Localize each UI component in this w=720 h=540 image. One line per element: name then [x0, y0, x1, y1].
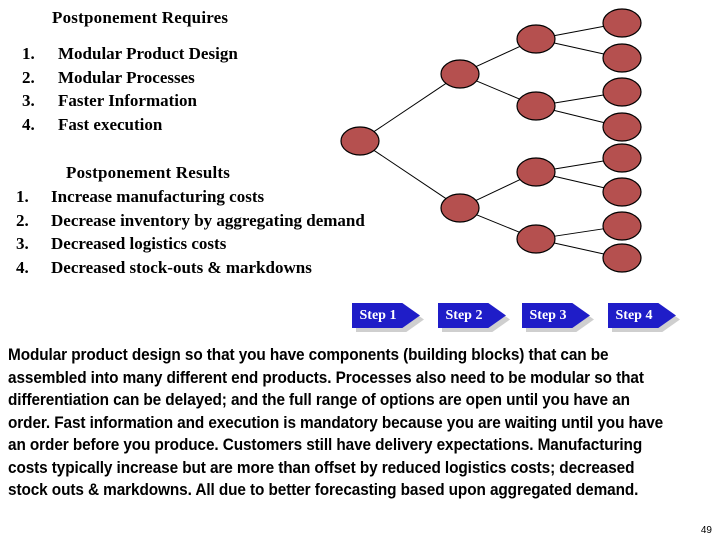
tree-node-l3h[interactable]: [602, 243, 642, 273]
tree-node-group: [340, 8, 642, 273]
tree-node-l2b[interactable]: [516, 91, 556, 121]
requires-list-item-marker: 2.: [22, 67, 35, 87]
tree-node-l2a[interactable]: [516, 24, 556, 54]
slide-canvas: Postponement Requires 1. Modular Product …: [0, 0, 720, 540]
page-number: 49: [700, 525, 712, 536]
step-banner-3[interactable]: Step 3: [522, 303, 594, 332]
tree-node-l2c[interactable]: [516, 157, 556, 187]
requires-list-item-marker: 4.: [22, 114, 35, 134]
step-banner-label: Step 2: [445, 307, 483, 323]
tree-edge: [554, 242, 604, 255]
tree-edge: [554, 175, 604, 189]
requires-list-item-marker: 1.: [22, 44, 35, 63]
step-banner-2[interactable]: Step 2: [438, 303, 510, 332]
tree-node-l3f[interactable]: [602, 177, 642, 207]
results-list-item: 1. Increase manufacturing costs: [16, 185, 365, 209]
requires-list-item-label: Faster Information: [58, 91, 197, 110]
tree-edge: [475, 179, 521, 201]
tree-node-l3g[interactable]: [602, 211, 642, 241]
results-list-item: 4. Decreased stock-outs & markdowns: [16, 256, 365, 280]
tree-edge: [476, 214, 520, 233]
tree-node-l3a[interactable]: [602, 8, 642, 38]
requires-list-item: 1. Modular Product Design: [22, 42, 238, 66]
tree-edge: [373, 83, 447, 132]
step-banner-label: Step 4: [615, 307, 653, 323]
tree-node-l3b[interactable]: [602, 43, 642, 73]
results-list-item-label: Decreased logistics costs: [51, 234, 227, 253]
results-list-item-marker: 3.: [16, 234, 29, 253]
tree-edge: [554, 42, 604, 55]
results-list-item-marker: 2.: [16, 210, 29, 230]
step-banner-label: Step 1: [359, 307, 397, 323]
tree-node-l1b[interactable]: [440, 193, 480, 223]
results-list-item-marker: 4.: [16, 257, 29, 277]
results-list-item: 3. Decreased logistics costs: [16, 232, 365, 256]
step-banner-4[interactable]: Step 4: [608, 303, 680, 332]
tree-edge-group: [373, 25, 605, 255]
tree-node-l2d[interactable]: [516, 224, 556, 254]
tree-node-l1a[interactable]: [440, 59, 480, 89]
step-banner-label: Step 3: [529, 307, 567, 323]
results-list-item-marker: 1.: [16, 187, 29, 206]
requires-list-item: 3. Faster Information: [22, 89, 238, 113]
results-list-item-label: Increase manufacturing costs: [51, 187, 265, 206]
tree-edge: [554, 25, 604, 37]
postponement-results-heading: Postponement Results: [66, 163, 231, 182]
requires-list-item: 2. Modular Processes: [22, 66, 238, 90]
requires-list-item-label: Modular Product Design: [58, 44, 238, 63]
tree-edge: [554, 228, 604, 237]
postponement-requires-list: 1. Modular Product Design 2. Modular Proces…: [22, 42, 238, 136]
tree-node-l3e[interactable]: [602, 143, 642, 173]
requires-list-item: 4. Fast execution: [22, 113, 238, 137]
results-list-item: 2. Decrease inventory by aggregating dema…: [16, 209, 365, 233]
step-banner-1[interactable]: Step 1: [352, 303, 424, 332]
postponement-results-list: 1. Increase manufacturing costs 2. Decrease…: [16, 185, 365, 279]
tree-edge: [553, 109, 605, 124]
tree-edge: [554, 94, 604, 104]
postponement-requires-heading: Postponement Requires: [52, 8, 229, 27]
requires-list-item-label: Fast execution: [58, 114, 163, 134]
requires-list-item-label: Modular Processes: [58, 67, 195, 87]
tree-edge: [475, 45, 521, 68]
tree-edge: [554, 160, 604, 170]
tree-node-l3c[interactable]: [602, 77, 642, 107]
tree-node-l3d[interactable]: [602, 112, 642, 142]
results-list-item-label: Decrease inventory by aggregating demand: [51, 210, 365, 230]
body-paragraph: Modular product design so that you have …: [8, 346, 664, 499]
tree-edge: [373, 150, 447, 199]
tree-edge: [476, 80, 520, 100]
requires-list-item-marker: 3.: [22, 91, 35, 110]
tree-node-root[interactable]: [340, 126, 380, 156]
results-list-item-label: Decreased stock-outs & markdowns: [51, 257, 312, 277]
